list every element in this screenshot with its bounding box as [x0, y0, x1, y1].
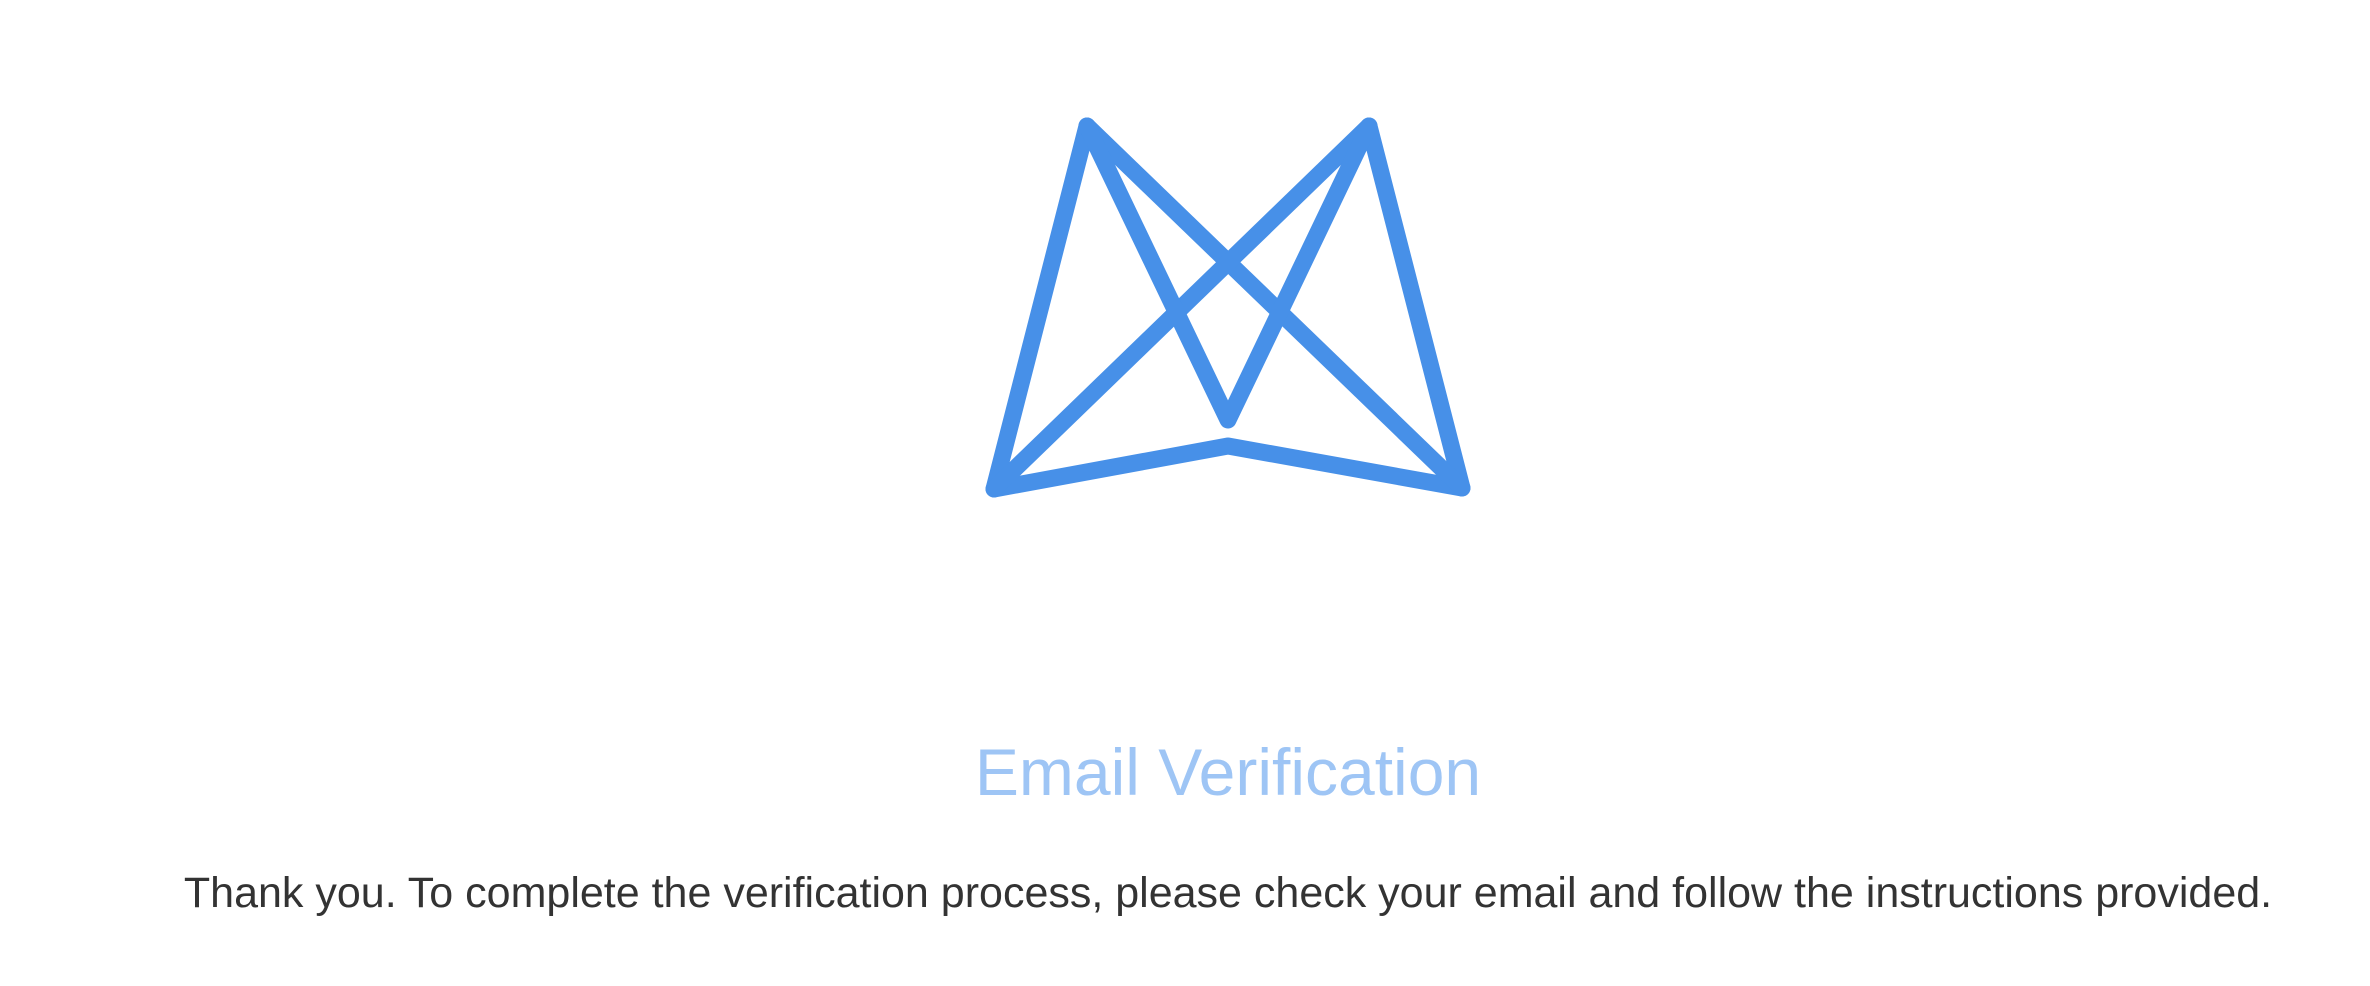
brand-logo-icon: [985, 117, 1471, 498]
verification-message: Thank you. To complete the verification …: [183, 869, 2273, 917]
page-title: Email Verification: [974, 735, 1482, 809]
